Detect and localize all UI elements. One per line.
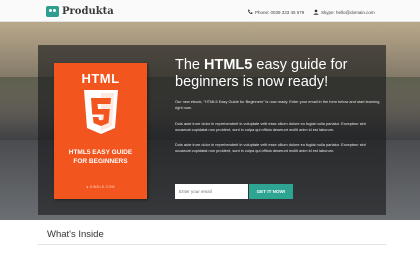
- logo-icon: [46, 6, 59, 17]
- email-input[interactable]: [175, 184, 248, 199]
- hero-body-paragraph-1: Duis aute irure dolor in reprehenderit i…: [175, 121, 366, 132]
- book-cover: HTML HTML5 EASY GUIDE FOR BEGINNERS ● KI…: [54, 63, 147, 199]
- html5-shield-icon: [84, 90, 118, 134]
- section-title: What's Inside: [47, 229, 104, 240]
- phone-contact: Phone: 0039 333 45 679: [247, 7, 304, 17]
- skype-text: Skype: hello@domain.com: [321, 9, 375, 15]
- top-bar: Produkta Phone: 0039 333 45 679 Skype: h…: [0, 0, 420, 22]
- cover-brand: ● KINDLE.COM: [86, 185, 115, 189]
- logo-text: Produkta: [62, 6, 114, 17]
- phone-text: Phone: 0039 333 45 679: [255, 9, 305, 15]
- logo[interactable]: Produkta: [46, 5, 114, 18]
- cover-title: HTML5 EASY GUIDE FOR BEGINNERS: [68, 149, 133, 165]
- hero-body-paragraph-2: Duis aute irure dolor in reprehenderit i…: [175, 142, 366, 153]
- cover-html-label: HTML: [81, 71, 120, 86]
- user-icon: [313, 9, 319, 15]
- section-divider: [38, 244, 386, 245]
- phone-icon: [248, 9, 253, 14]
- get-it-now-button[interactable]: GET IT NOW!: [249, 184, 293, 199]
- hero-headline: The HTML5 easy guide for beginners is no…: [175, 57, 348, 90]
- skype-contact: Skype: hello@domain.com: [313, 7, 375, 17]
- hero-intro-paragraph: Our new ebook, "HTML5 Easy Guide for Beg…: [175, 99, 380, 110]
